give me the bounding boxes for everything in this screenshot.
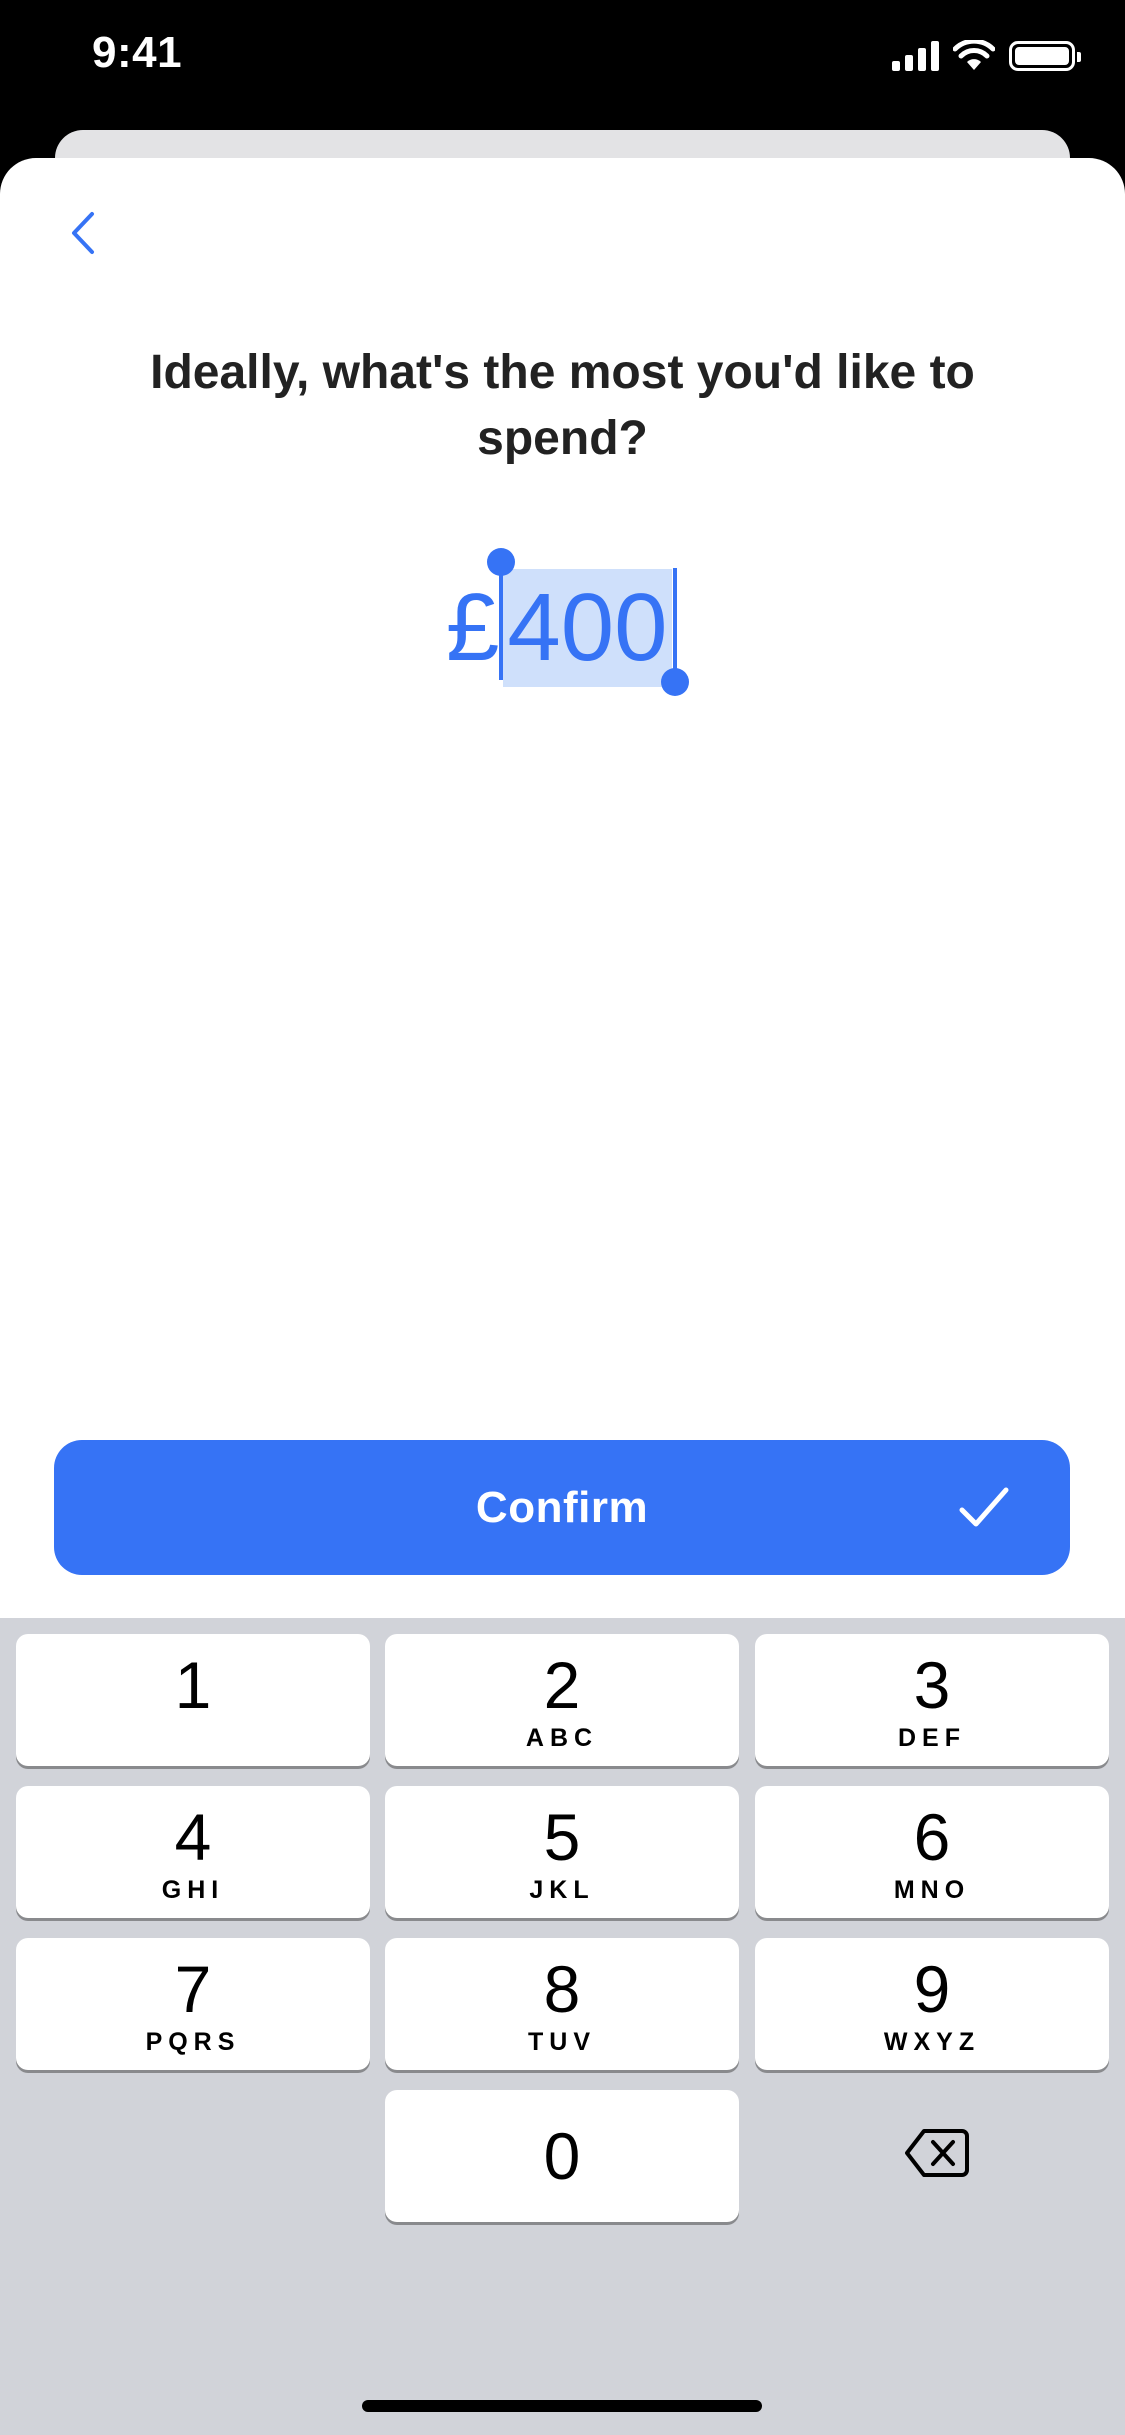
key-digit: 5 [543, 1800, 581, 1874]
key-2[interactable]: 2 ABC [385, 1634, 739, 1766]
key-1[interactable]: 1 [16, 1634, 370, 1766]
check-icon [959, 1487, 1009, 1527]
key-digit: 1 [174, 1648, 212, 1722]
status-icons [892, 36, 1081, 76]
status-time: 9:41 [92, 28, 183, 77]
page-title: Ideally, what's the most you'd like to s… [150, 346, 975, 465]
key-digit: 4 [174, 1800, 212, 1874]
currency-symbol: £ [446, 574, 500, 681]
key-letters: DEF [898, 1724, 966, 1752]
key-4[interactable]: 4 GHI [16, 1786, 370, 1918]
home-indicator [362, 2400, 762, 2412]
confirm-label: Confirm [475, 1483, 649, 1532]
selection-start-handle[interactable] [487, 548, 515, 576]
key-letters: ABC [525, 1724, 599, 1752]
key-6[interactable]: 6 MNO [755, 1786, 1109, 1918]
key-letters: TUV [528, 2028, 596, 2056]
key-digit: 0 [543, 2119, 581, 2193]
key-9[interactable]: 9 WXYZ [755, 1938, 1109, 2070]
amount-value-selected: 400 [503, 569, 672, 687]
backspace-icon [905, 2129, 969, 2177]
key-7[interactable]: 7 PQRS [16, 1938, 370, 2070]
numeric-keyboard: 1 2 ABC 3 DEF 4 GHI 5 JKL 6 MNO 7 PQRS 8… [0, 1618, 1125, 2435]
key-0[interactable]: 0 [385, 2090, 739, 2222]
status-bar: 9:41 [0, 0, 1125, 120]
selection-start-caret [499, 568, 503, 680]
key-8[interactable]: 8 TUV [385, 1938, 739, 2070]
bottom-sheet: Ideally, what's the most you'd like to s… [0, 158, 1125, 1618]
battery-icon [1009, 41, 1081, 71]
selection-end-handle[interactable] [661, 668, 689, 696]
key-3[interactable]: 3 DEF [755, 1634, 1109, 1766]
key-digit: 3 [913, 1648, 951, 1722]
amount-input[interactable]: £400 [446, 558, 672, 698]
amount-input-area: £400 [0, 548, 1125, 708]
key-digit: 7 [174, 1952, 212, 2026]
key-letters: JKL [529, 1876, 595, 1904]
key-letters: GHI [161, 1876, 225, 1904]
key-digit: 2 [543, 1648, 581, 1722]
wifi-icon [953, 40, 995, 70]
key-letters: PQRS [145, 2028, 241, 2056]
key-letters: WXYZ [883, 2028, 981, 2056]
chevron-left-icon [72, 212, 94, 254]
back-button[interactable] [50, 200, 116, 266]
key-digit: 6 [913, 1800, 951, 1874]
key-letters: MNO [893, 1876, 971, 1904]
confirm-button[interactable]: Confirm [54, 1440, 1070, 1575]
cellular-signal-icon [892, 41, 939, 71]
selection-end-caret [673, 568, 677, 680]
key-5[interactable]: 5 JKL [385, 1786, 739, 1918]
key-digit: 9 [913, 1952, 951, 2026]
key-digit: 8 [543, 1952, 581, 2026]
delete-key[interactable] [867, 2103, 1007, 2203]
